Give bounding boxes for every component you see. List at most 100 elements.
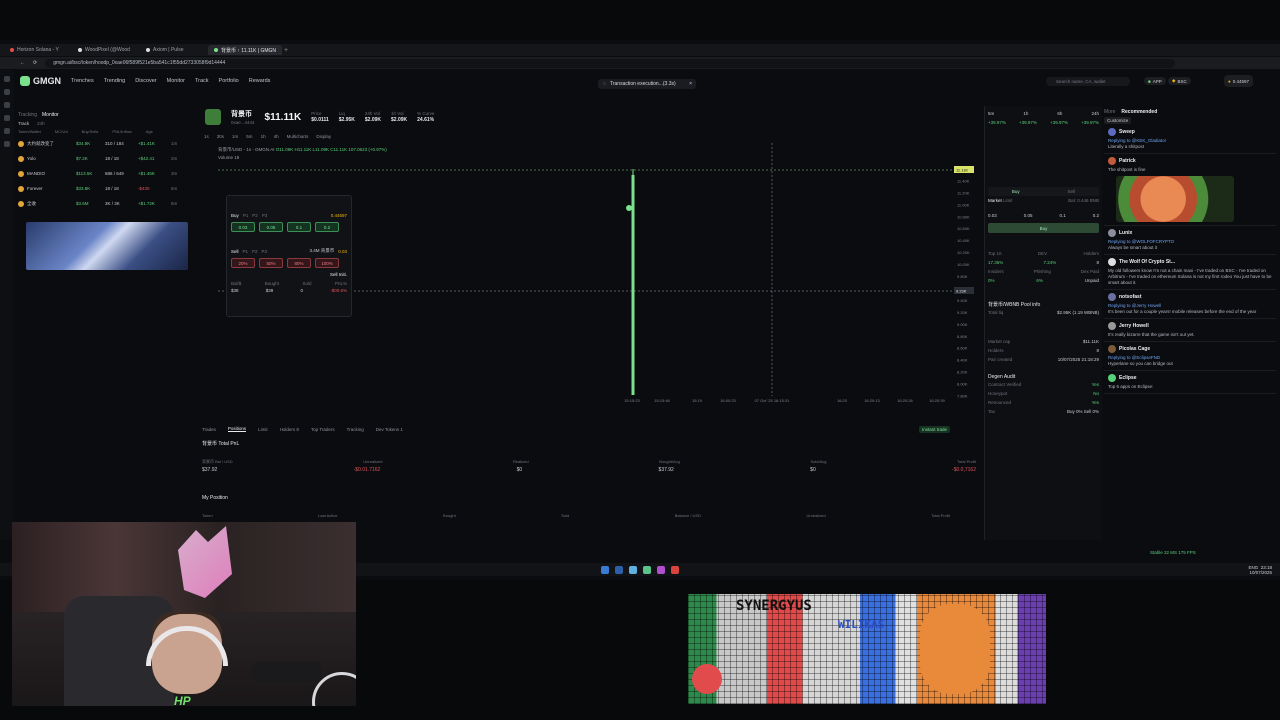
post-author: Jerry Howell <box>1119 323 1149 329</box>
nav-monitor[interactable]: Monitor <box>167 78 185 84</box>
twitter-feed: More Recommended Customize Sweep Replying … <box>1104 108 1276 548</box>
nav-trenches[interactable]: Trenches <box>71 78 94 84</box>
tab-holders[interactable]: Holders 8 <box>280 427 299 432</box>
quick-buy-button[interactable]: 0.05 <box>259 222 283 232</box>
app-icon[interactable] <box>643 565 651 574</box>
token-logo-icon <box>205 109 221 125</box>
preset-p2[interactable]: P2 <box>252 249 258 254</box>
monitor-row[interactable]: 全收 $3.6M 3K / 3K +$1.72K 8m <box>18 196 194 211</box>
feed-post[interactable]: Lunix Replying to @WOLFOFCRYPTO Always be … <box>1104 226 1276 255</box>
amount-option[interactable]: 0.03 <box>988 213 997 218</box>
amount-option[interactable]: 0.2 <box>1093 213 1099 218</box>
buy-button[interactable]: Buy <box>988 223 1099 233</box>
nav-trending[interactable]: Trending <box>104 78 126 84</box>
pnl-title: 背景币 Total PnL <box>202 441 240 447</box>
tab-trades[interactable]: Trades <box>202 427 216 432</box>
close-icon[interactable]: × <box>689 81 696 87</box>
preset-p1[interactable]: P1 <box>243 249 249 254</box>
sell-holding: 3.4M 背景币 <box>309 248 335 253</box>
tab-dev-tokens[interactable]: Dev Tokens 1 <box>376 427 403 432</box>
url-field[interactable]: gmgn.ai/bsc/token/hoodp_0xae06f589f521e5… <box>45 58 1176 68</box>
wallet-icon[interactable] <box>4 115 10 121</box>
monitor-title[interactable]: Monitor <box>42 112 59 118</box>
browser-tab[interactable]: Axiom | Pulse <box>140 45 206 55</box>
quick-sell-button[interactable]: 50% <box>259 258 283 268</box>
search-input[interactable]: Search name, CA, wallet <box>1046 77 1130 86</box>
feed-post[interactable]: Sweep Replying to @KEK_Gladiator Literally… <box>1104 125 1276 154</box>
market-tab[interactable]: Market <box>988 198 1002 203</box>
app-button[interactable]: ■ APP <box>1144 77 1166 85</box>
browser-icon[interactable] <box>629 565 637 574</box>
star-icon[interactable] <box>4 89 10 95</box>
quick-buy-button[interactable]: 0.2 <box>315 222 339 232</box>
quick-box-handle[interactable] <box>231 200 347 210</box>
feed-post[interactable]: Jerry Howell It's really bizarre that the… <box>1104 319 1276 342</box>
monitor-row[interactable]: Forever $33.8K 18 / 18 -$430 5m <box>18 181 194 196</box>
browser-tab-active[interactable]: 背景币 ↑ 11.11K | GMGN <box>208 45 283 55</box>
preset-p1[interactable]: P1 <box>243 213 249 218</box>
instant-trade-button[interactable]: Instant trade <box>918 425 950 433</box>
feed-title[interactable]: Recommended <box>1121 109 1157 115</box>
new-tab-icon[interactable]: + <box>284 47 288 54</box>
sell-init-button[interactable]: Sell Initi. <box>231 272 347 277</box>
monitor-row[interactable]: Yolo $7.2K 18 / 18 +$42.41 2m <box>18 151 194 166</box>
feed-post[interactable]: The Wolf Of Crypto St... My old followers… <box>1104 255 1276 290</box>
tab-limit[interactable]: Limit <box>258 427 268 432</box>
obs-icon[interactable] <box>657 565 665 574</box>
y-tick-label: 9.00K <box>957 322 968 327</box>
preset-p3[interactable]: P3 <box>262 249 268 254</box>
timeframe-tab[interactable]: 6h <box>1057 111 1062 116</box>
back-icon[interactable]: ← <box>20 60 25 66</box>
x-tick-label: 15:19 <box>692 398 703 403</box>
nav-portfolio[interactable]: Portfolio <box>219 78 239 84</box>
pos-col-header[interactable]: Last Active <box>318 513 337 518</box>
quick-buy-button[interactable]: 0.03 <box>231 222 255 232</box>
timeframe-tab[interactable]: 1h <box>1023 111 1028 116</box>
gmgn-logo[interactable]: GMGN <box>20 76 61 86</box>
monitor-tab-track[interactable]: Track <box>18 121 29 126</box>
amount-option[interactable]: 0.05 <box>1024 213 1033 218</box>
y-tick-label: 10.80K <box>957 214 970 219</box>
browser-tab[interactable]: Horizon Solana - Y <box>4 45 70 55</box>
browser-tab[interactable]: WoodPixel (@Wood <box>72 45 138 55</box>
timeframe-tab[interactable]: 5m <box>988 111 994 116</box>
nav-rewards[interactable]: Rewards <box>249 78 271 84</box>
limit-tab[interactable]: Limit <box>1003 198 1013 203</box>
start-icon[interactable] <box>601 565 609 574</box>
quick-sell-button[interactable]: 80% <box>287 258 311 268</box>
chart-icon[interactable] <box>4 102 10 108</box>
nav-discover[interactable]: Discover <box>135 78 156 84</box>
quick-sell-button[interactable]: 100% <box>315 258 339 268</box>
quick-buy-button[interactable]: 0.1 <box>287 222 311 232</box>
feed-post[interactable]: Eclipse Top 5 apps on Eclipse: <box>1104 371 1276 394</box>
token-address[interactable]: 0xae...4444 <box>231 120 255 125</box>
monitor-row[interactable]: 大约就改变了 $34.8K 310 / 184 +$1.41K 1m <box>18 136 194 151</box>
monitor-row[interactable]: MANDIO $113.5K 686 / 649 +$1.46K 3m <box>18 166 194 181</box>
post-image[interactable] <box>1116 176 1234 222</box>
tab-tracking[interactable]: Tracking <box>347 427 364 432</box>
explorer-icon[interactable] <box>615 565 623 574</box>
customize-button[interactable]: Customize <box>1104 117 1132 124</box>
recording-icon[interactable] <box>671 565 679 574</box>
feed-post[interactable]: Picolas Cage Replying to @EclipseFND Hyper… <box>1104 342 1276 371</box>
chain-selector[interactable]: ◆ BSC <box>1168 77 1191 85</box>
timeframe-tab[interactable]: 24h <box>1091 111 1099 116</box>
buy-tab[interactable]: Buy <box>988 189 1044 194</box>
wallet-balance[interactable]: ● 0.44597 <box>1224 75 1253 87</box>
tab-top-traders[interactable]: Top Traders <box>311 427 335 432</box>
nav-track[interactable]: Track <box>195 78 209 84</box>
feed-post[interactable]: notsofast Replying to @Jerry Howell It's b… <box>1104 290 1276 319</box>
preset-p2[interactable]: P2 <box>252 213 258 218</box>
token-name: 背景币 <box>231 111 252 118</box>
x-icon[interactable] <box>4 128 10 134</box>
quick-sell-button[interactable]: 20% <box>231 258 255 268</box>
reload-icon[interactable]: ⟳ <box>33 60 37 66</box>
home-icon[interactable] <box>4 76 10 82</box>
settings-icon[interactable] <box>4 141 10 147</box>
feed-post[interactable]: Patrick The shitpost is fine <box>1104 154 1276 226</box>
amount-option[interactable]: 0.1 <box>1059 213 1065 218</box>
sell-tab[interactable]: Sell <box>1044 189 1100 194</box>
preset-p3[interactable]: P3 <box>262 213 268 218</box>
period-selector[interactable]: 24h <box>37 121 45 126</box>
tab-positions[interactable]: Positions <box>227 426 247 432</box>
